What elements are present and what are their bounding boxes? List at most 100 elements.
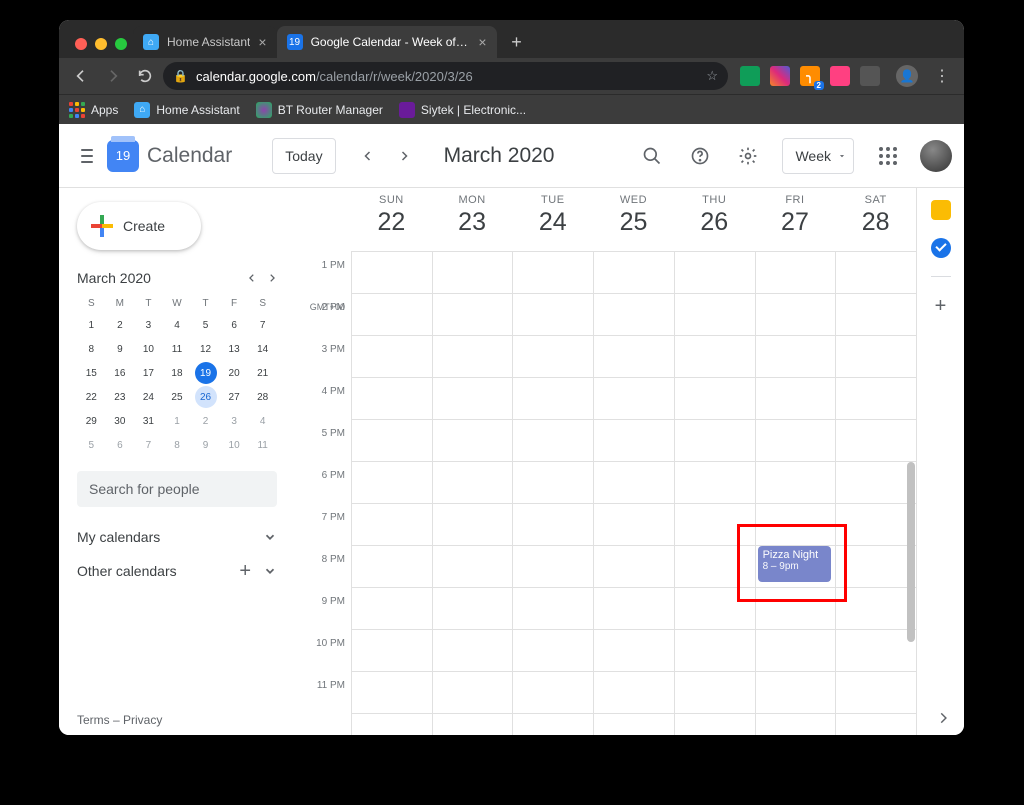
hour-cell[interactable] xyxy=(513,420,593,462)
hour-cell[interactable] xyxy=(594,252,674,294)
user-avatar[interactable] xyxy=(920,140,952,172)
hour-cell[interactable] xyxy=(675,294,755,336)
hour-cell[interactable] xyxy=(675,588,755,630)
chrome-profile-avatar[interactable]: 👤 xyxy=(896,65,918,87)
hour-cell[interactable] xyxy=(675,252,755,294)
tasks-icon[interactable] xyxy=(931,238,951,258)
hour-cell[interactable] xyxy=(756,462,836,504)
hour-cell[interactable] xyxy=(352,672,432,714)
mini-day-cell[interactable]: 12 xyxy=(191,337,220,361)
mini-day-cell[interactable]: 3 xyxy=(134,313,163,337)
hour-cell[interactable] xyxy=(352,294,432,336)
terms-link[interactable]: Terms xyxy=(77,713,110,727)
other-calendars-section[interactable]: Other calendars + xyxy=(77,563,277,579)
hour-cell[interactable] xyxy=(594,336,674,378)
mini-day-cell[interactable]: 7 xyxy=(134,433,163,457)
week-grid[interactable]: Pizza Night8 – 9pm xyxy=(351,252,916,735)
hour-cell[interactable] xyxy=(513,630,593,672)
hour-cell[interactable] xyxy=(594,420,674,462)
hour-cell[interactable] xyxy=(433,546,513,588)
mini-day-cell[interactable]: 24 xyxy=(134,385,163,409)
hour-cell[interactable] xyxy=(594,630,674,672)
calendar-logo[interactable]: 19 Calendar xyxy=(107,140,232,172)
hour-cell[interactable] xyxy=(433,252,513,294)
mini-day-cell[interactable]: 4 xyxy=(248,409,277,433)
browser-tab-home-assistant[interactable]: ⌂ Home Assistant × xyxy=(133,26,277,58)
day-header[interactable]: SUN22 xyxy=(351,188,432,251)
close-window-button[interactable] xyxy=(75,38,87,50)
hour-cell[interactable] xyxy=(513,546,593,588)
hour-cell[interactable] xyxy=(513,672,593,714)
hour-cell[interactable] xyxy=(352,462,432,504)
hour-cell[interactable] xyxy=(433,504,513,546)
hour-cell[interactable] xyxy=(352,378,432,420)
hour-cell[interactable] xyxy=(433,672,513,714)
day-header[interactable]: MON23 xyxy=(432,188,513,251)
hour-cell[interactable] xyxy=(433,336,513,378)
create-button[interactable]: Create xyxy=(77,202,201,250)
bookmark-star-icon[interactable]: ☆ xyxy=(706,68,718,84)
hour-cell[interactable] xyxy=(594,504,674,546)
hour-cell[interactable] xyxy=(675,504,755,546)
new-tab-button[interactable]: + xyxy=(503,28,531,56)
hour-cell[interactable] xyxy=(352,546,432,588)
mini-day-cell[interactable]: 4 xyxy=(163,313,192,337)
mini-day-cell[interactable]: 11 xyxy=(248,433,277,457)
extension-icon[interactable] xyxy=(770,66,790,86)
my-calendars-section[interactable]: My calendars xyxy=(77,529,277,545)
hour-cell[interactable] xyxy=(756,378,836,420)
maximize-window-button[interactable] xyxy=(115,38,127,50)
hour-cell[interactable] xyxy=(675,630,755,672)
hour-cell[interactable] xyxy=(513,252,593,294)
mini-day-cell[interactable]: 13 xyxy=(220,337,249,361)
hour-cell[interactable] xyxy=(756,588,836,630)
back-button[interactable] xyxy=(67,62,95,90)
rss-extension-icon[interactable]: ╮2 xyxy=(800,66,820,86)
hour-cell[interactable] xyxy=(756,336,836,378)
mini-day-cell[interactable]: 11 xyxy=(163,337,192,361)
hour-cell[interactable] xyxy=(513,378,593,420)
mini-day-cell[interactable]: 8 xyxy=(163,433,192,457)
reload-button[interactable] xyxy=(131,62,159,90)
browser-tab-google-calendar[interactable]: 19 Google Calendar - Week of Ma × xyxy=(277,26,497,58)
mini-day-cell[interactable]: 6 xyxy=(106,433,135,457)
mini-day-cell[interactable]: 20 xyxy=(220,361,249,385)
privacy-link[interactable]: Privacy xyxy=(123,713,162,727)
chrome-menu-icon[interactable]: ⋮ xyxy=(934,66,950,86)
mini-day-cell[interactable]: 26 xyxy=(191,385,220,409)
close-tab-icon[interactable]: × xyxy=(478,34,486,50)
hour-cell[interactable] xyxy=(756,252,836,294)
mini-day-cell[interactable]: 18 xyxy=(163,361,192,385)
day-header[interactable]: FRI27 xyxy=(755,188,836,251)
hour-cell[interactable] xyxy=(513,588,593,630)
mini-day-cell[interactable]: 3 xyxy=(220,409,249,433)
day-header[interactable]: SAT28 xyxy=(835,188,916,251)
mini-day-cell[interactable]: 7 xyxy=(248,313,277,337)
hour-cell[interactable] xyxy=(513,462,593,504)
search-button[interactable] xyxy=(632,136,672,176)
hour-cell[interactable] xyxy=(433,588,513,630)
mini-day-cell[interactable]: 22 xyxy=(77,385,106,409)
hour-cell[interactable] xyxy=(433,462,513,504)
keep-icon[interactable] xyxy=(931,200,951,220)
mini-day-cell[interactable]: 28 xyxy=(248,385,277,409)
hour-cell[interactable] xyxy=(594,588,674,630)
mini-prev-month[interactable] xyxy=(247,273,257,283)
hour-cell[interactable] xyxy=(352,588,432,630)
mini-day-cell[interactable]: 2 xyxy=(191,409,220,433)
mini-day-cell[interactable]: 10 xyxy=(220,433,249,457)
day-column[interactable] xyxy=(512,252,593,735)
day-column[interactable]: Pizza Night8 – 9pm xyxy=(755,252,836,735)
hour-cell[interactable] xyxy=(433,294,513,336)
prev-week-button[interactable] xyxy=(352,140,384,172)
hour-cell[interactable] xyxy=(756,504,836,546)
hour-cell[interactable] xyxy=(594,294,674,336)
mini-day-cell[interactable]: 30 xyxy=(106,409,135,433)
mini-day-cell[interactable]: 14 xyxy=(248,337,277,361)
hour-cell[interactable] xyxy=(675,462,755,504)
close-tab-icon[interactable]: × xyxy=(258,34,266,50)
hide-panel-button[interactable] xyxy=(936,711,950,725)
hour-cell[interactable] xyxy=(513,504,593,546)
mini-day-cell[interactable]: 16 xyxy=(106,361,135,385)
hour-cell[interactable] xyxy=(352,252,432,294)
